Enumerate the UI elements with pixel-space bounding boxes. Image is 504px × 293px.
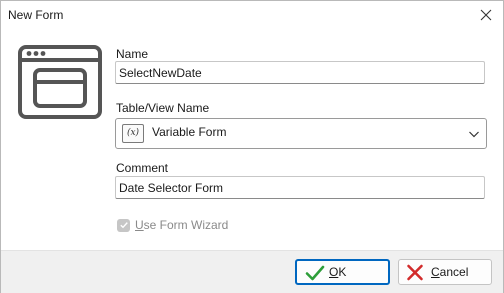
button-bar: OK Cancel — [1, 250, 503, 293]
checkmark-icon — [119, 222, 128, 229]
name-label: Name — [116, 47, 149, 61]
close-button[interactable] — [469, 1, 503, 29]
table-view-name-value: Variable Form — [152, 125, 227, 139]
title-bar: New Form — [1, 1, 503, 29]
form-window-icon — [18, 45, 102, 119]
comment-field[interactable]: Date Selector Form — [115, 176, 485, 199]
cancel-button[interactable]: Cancel — [398, 259, 492, 285]
close-icon — [480, 9, 492, 21]
variable-icon: (x) — [122, 124, 144, 143]
ok-button[interactable]: OK — [295, 259, 390, 285]
window-title: New Form — [8, 8, 64, 22]
use-form-wizard-checkbox[interactable]: Use Form Wizard — [117, 217, 228, 233]
use-form-wizard-label: Use Form Wizard — [135, 218, 229, 232]
name-field[interactable]: SelectNewDate — [115, 61, 485, 84]
cancel-label: Cancel — [431, 265, 469, 279]
checkbox-box[interactable] — [117, 218, 130, 232]
table-view-name-select[interactable]: (x) Variable Form — [115, 118, 487, 149]
cancel-x-icon — [407, 264, 423, 281]
ok-label: OK — [329, 265, 347, 279]
checkmark-icon — [305, 265, 325, 281]
chevron-down-icon — [469, 131, 479, 138]
comment-label: Comment — [116, 161, 169, 175]
new-form-dialog: New Form Name SelectNewDate Table/View N… — [0, 0, 504, 293]
table-view-name-label: Table/View Name — [116, 101, 210, 115]
